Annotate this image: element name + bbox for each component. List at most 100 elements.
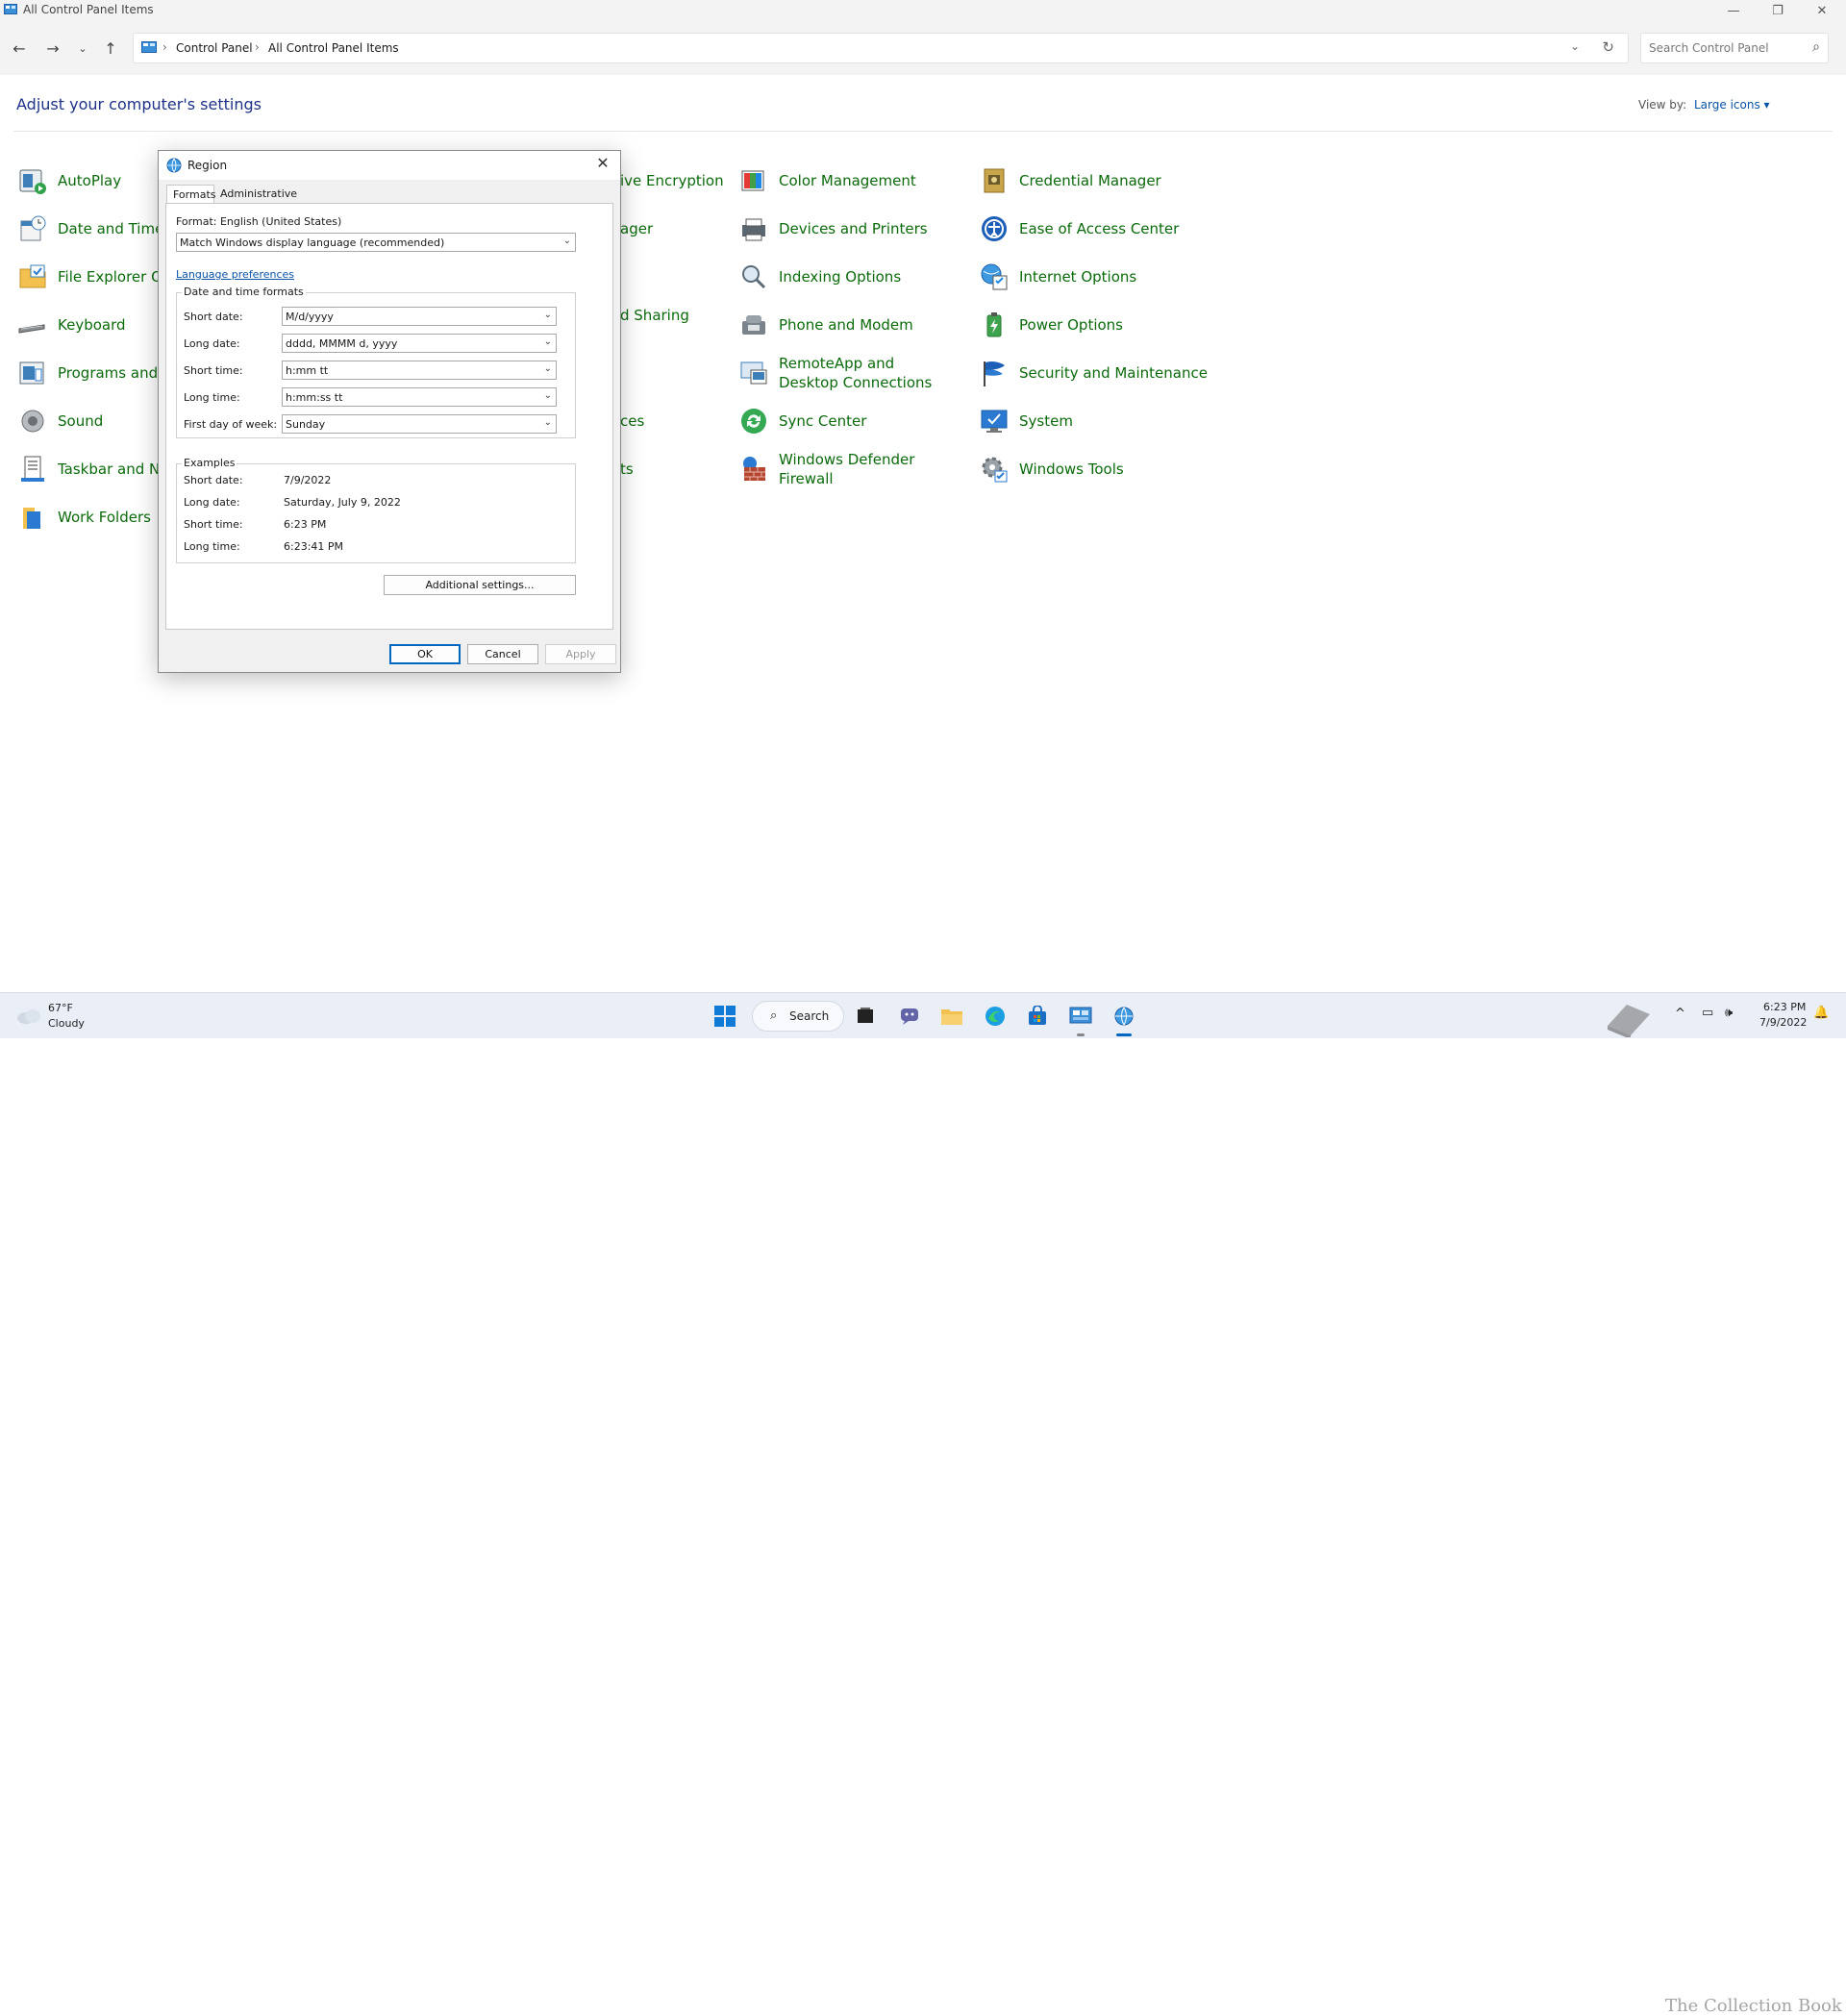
windows-start-icon[interactable] xyxy=(711,1003,738,1030)
region-globe-icon xyxy=(166,158,182,173)
item-label: ts xyxy=(620,460,634,478)
item-devices-and-printers[interactable]: Devices and Printers xyxy=(738,210,928,248)
short-time-dropdown[interactable]: h:mm tt ⌄ xyxy=(282,361,557,380)
address-dropdown-icon[interactable]: ⌄ xyxy=(1570,39,1580,53)
item-ease-of-access-center[interactable]: Ease of Access Center xyxy=(979,210,1179,248)
item-indexing-options[interactable]: Indexing Options xyxy=(738,258,901,296)
search-box[interactable]: Search Control Panel ⌕ xyxy=(1640,33,1829,63)
item-credential-manager[interactable]: Credential Manager xyxy=(979,162,1161,200)
long-date-dropdown[interactable]: dddd, MMMM d, yyyy ⌄ xyxy=(282,334,557,353)
item-region-services[interactable]: ces xyxy=(620,402,644,440)
watermark-text: The Collection Book xyxy=(1665,1996,1842,2016)
item-bitlocker-drive-encryption[interactable]: ive Encryption xyxy=(620,162,724,200)
region-globe-taskbar-icon[interactable] xyxy=(1110,1003,1137,1030)
item-user-accounts[interactable]: ts xyxy=(620,450,634,488)
taskbar-search-label: Search xyxy=(789,1009,830,1023)
chevron-down-icon: ⌄ xyxy=(543,417,552,428)
window-title: All Control Panel Items xyxy=(23,3,154,16)
item-keyboard[interactable]: Keyboard xyxy=(17,306,126,344)
running-indicator xyxy=(1077,1033,1085,1036)
example-short-date-value: 7/9/2022 xyxy=(284,474,332,486)
additional-settings-button[interactable]: Additional settings... xyxy=(384,575,576,595)
item-internet-options[interactable]: Internet Options xyxy=(979,258,1136,296)
clock-time[interactable]: 6:23 PM xyxy=(1763,1001,1806,1013)
programs-icon xyxy=(19,361,44,385)
item-sync-center[interactable]: Sync Center xyxy=(738,402,866,440)
item-system[interactable]: System xyxy=(979,402,1073,440)
file-explorer-icon[interactable] xyxy=(938,1003,965,1030)
notifications-icon[interactable]: 🔔 xyxy=(1813,1006,1829,1020)
close-window-button[interactable]: ✕ xyxy=(1800,0,1844,21)
short-date-dropdown[interactable]: M/d/yyyy ⌄ xyxy=(282,307,557,326)
formats-tab-panel: Format: English (United States) Match Wi… xyxy=(165,203,613,630)
ok-button[interactable]: OK xyxy=(389,644,461,664)
forward-arrow-icon[interactable]: → xyxy=(39,35,66,62)
refresh-icon[interactable]: ↻ xyxy=(1602,38,1614,56)
item-sound[interactable]: Sound xyxy=(17,402,103,440)
item-remoteapp-and-desktop-connections[interactable]: RemoteApp and Desktop Connections xyxy=(738,354,952,392)
view-by-dropdown[interactable]: Large icons ▾ xyxy=(1694,98,1770,112)
format-dropdown[interactable]: Match Windows display language (recommen… xyxy=(176,233,576,252)
clock-date[interactable]: 7/9/2022 xyxy=(1759,1016,1807,1029)
network-icon[interactable]: ▭ xyxy=(1702,1006,1713,1020)
weather-temperature[interactable]: 67°F xyxy=(48,1002,73,1014)
item-autoplay[interactable]: AutoPlay xyxy=(17,162,121,200)
edge-browser-icon[interactable] xyxy=(982,1003,1009,1030)
item-date-and-time[interactable]: Date and Time xyxy=(17,210,163,248)
item-windows-tools[interactable]: Windows Tools xyxy=(979,450,1124,488)
item-security-and-maintenance[interactable]: Security and Maintenance xyxy=(979,354,1208,392)
show-hidden-icons-chevron-icon[interactable]: ^ xyxy=(1675,1007,1685,1021)
breadcrumb-all-items[interactable]: All Control Panel Items xyxy=(268,41,399,55)
item-file-explorer-options[interactable]: File Explorer O xyxy=(17,258,162,296)
address-bar[interactable]: › Control Panel › All Control Panel Item… xyxy=(133,33,1629,63)
cloudy-weather-icon[interactable] xyxy=(15,1005,42,1026)
item-windows-defender-firewall[interactable]: Windows Defender Firewall xyxy=(738,450,952,488)
item-label: Taskbar and Na xyxy=(58,460,169,478)
item-power-options[interactable]: Power Options xyxy=(979,306,1123,344)
item-device-manager[interactable]: ager xyxy=(620,210,653,248)
example-long-time-value: 6:23:41 PM xyxy=(284,540,344,553)
view-by-label: View by: xyxy=(1638,98,1687,112)
item-label: Programs and xyxy=(58,364,159,382)
minimize-button[interactable]: — xyxy=(1711,0,1756,21)
cancel-button[interactable]: Cancel xyxy=(467,644,538,664)
item-network-and-sharing[interactable]: d Sharing xyxy=(620,296,689,335)
item-color-management[interactable]: Color Management xyxy=(738,162,916,200)
item-label: Credential Manager xyxy=(1019,172,1161,189)
book-watermark-icon xyxy=(1608,1005,1650,1037)
example-long-date-label: Long date: xyxy=(184,496,240,509)
dialog-title-bar[interactable]: Region ✕ xyxy=(159,151,620,180)
chevron-down-icon: ⌄ xyxy=(543,310,552,320)
language-preferences-link[interactable]: Language preferences xyxy=(176,268,294,281)
item-phone-and-modem[interactable]: Phone and Modem xyxy=(738,306,913,344)
tab-administrative[interactable]: Administrative xyxy=(214,185,297,204)
microsoft-store-icon[interactable] xyxy=(1024,1003,1051,1030)
back-arrow-icon[interactable]: ← xyxy=(6,35,33,62)
search-icon: ⌕ xyxy=(770,1008,778,1023)
long-time-value: h:mm:ss tt xyxy=(286,391,343,404)
item-work-folders[interactable]: Work Folders xyxy=(17,498,151,536)
chat-icon[interactable] xyxy=(896,1003,923,1030)
item-label: Phone and Modem xyxy=(779,316,913,334)
item-taskbar-and-navigation[interactable]: Taskbar and Na xyxy=(17,450,168,488)
first-day-of-week-dropdown[interactable]: Sunday ⌄ xyxy=(282,414,557,434)
tab-formats[interactable]: Formats xyxy=(166,185,216,204)
up-arrow-icon[interactable]: ↑ xyxy=(97,35,124,62)
short-date-label: Short date: xyxy=(184,311,243,323)
weather-condition[interactable]: Cloudy xyxy=(48,1017,85,1030)
recent-locations-chevron-icon[interactable]: ⌄ xyxy=(69,35,96,62)
restore-button[interactable]: ❐ xyxy=(1756,0,1800,21)
example-long-date-value: Saturday, July 9, 2022 xyxy=(284,496,401,509)
volume-icon[interactable]: 🕪 xyxy=(1725,1006,1733,1020)
dialog-close-icon[interactable]: ✕ xyxy=(591,154,614,177)
task-view-icon[interactable] xyxy=(852,1003,879,1030)
item-programs-and-features[interactable]: Programs and xyxy=(17,354,158,392)
long-time-dropdown[interactable]: h:mm:ss tt ⌄ xyxy=(282,387,557,407)
keyboard-icon xyxy=(18,324,45,334)
taskbar-search[interactable]: ⌕ Search xyxy=(752,1001,844,1032)
search-icon[interactable]: ⌕ xyxy=(1812,39,1820,55)
apply-button[interactable]: Apply xyxy=(545,644,616,664)
item-label: ces xyxy=(620,412,645,430)
breadcrumb-control-panel[interactable]: Control Panel xyxy=(176,41,253,55)
control-panel-taskbar-icon[interactable] xyxy=(1067,1003,1094,1030)
